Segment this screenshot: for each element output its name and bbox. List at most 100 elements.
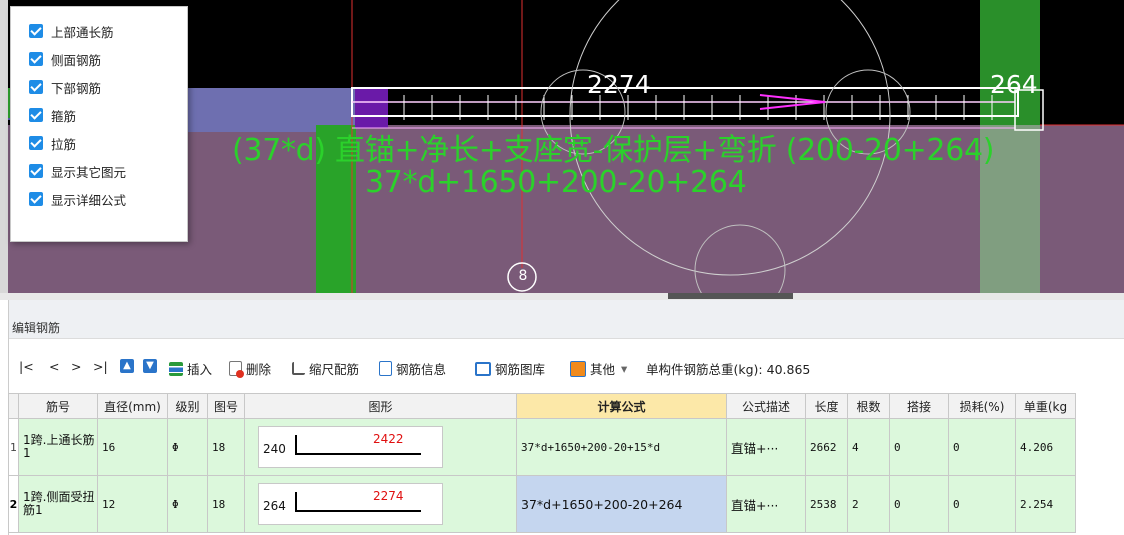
- option-tie-bar[interactable]: 拉筋: [29, 133, 76, 153]
- option-bottom-rebar[interactable]: 下部钢筋: [29, 77, 101, 97]
- option-show-detailed-formula[interactable]: 显示详细公式: [29, 189, 126, 209]
- checkbox-checked-icon[interactable]: [29, 52, 43, 66]
- col-shape[interactable]: 图形: [244, 393, 517, 419]
- checkbox-checked-icon[interactable]: [29, 80, 43, 94]
- panel-splitter[interactable]: [0, 293, 1124, 300]
- editor-title-bar: 编辑钢筋: [9, 300, 1124, 339]
- option-label: 上部通长筋: [51, 24, 114, 40]
- cell-unit-weight[interactable]: 2.254: [1015, 475, 1076, 533]
- scale-rebar-button[interactable]: 缩尺配筋: [292, 359, 359, 378]
- formula-description-text: (37*d) 直锚+净长+支座宽-保护层+弯折 (200-20+264): [232, 133, 995, 168]
- checkbox-checked-icon[interactable]: [29, 108, 43, 122]
- cell-diameter[interactable]: 16: [97, 418, 168, 476]
- col-diameter[interactable]: 直径(mm): [97, 393, 168, 419]
- last-record-button[interactable]: >|: [93, 359, 108, 374]
- scale-label: 缩尺配筋: [309, 362, 360, 377]
- cell-formula-desc[interactable]: 直锚+···: [726, 475, 806, 533]
- cell-length[interactable]: 2662: [805, 418, 848, 476]
- rebar-info-button[interactable]: 钢筋信息: [379, 359, 446, 378]
- option-label: 下部钢筋: [51, 80, 102, 96]
- checkbox-checked-icon[interactable]: [29, 192, 43, 206]
- delete-label: 删除: [246, 362, 272, 377]
- cell-unit-weight[interactable]: 4.206: [1015, 418, 1076, 476]
- left-edge-strip: [0, 0, 8, 293]
- first-record-button[interactable]: |<: [19, 359, 34, 374]
- cell-shape[interactable]: 240 2422: [244, 418, 517, 476]
- formula-value-text: 37*d+1650+200-20+264: [365, 165, 747, 200]
- cell-grade[interactable]: Φ: [167, 418, 208, 476]
- col-bar-name[interactable]: 筋号: [18, 393, 98, 419]
- cell-grade[interactable]: Φ: [167, 475, 208, 533]
- rebar-library-button[interactable]: 钢筋图库: [475, 359, 545, 378]
- shape-hook-length: 240: [263, 442, 286, 456]
- col-formula[interactable]: 计算公式: [516, 393, 727, 419]
- move-down-button[interactable]: ▼: [143, 359, 161, 373]
- splitter-grip[interactable]: [668, 293, 793, 299]
- dimension-left: 2274: [587, 70, 651, 99]
- cell-length[interactable]: 2538: [805, 475, 848, 533]
- row-number: 2: [8, 475, 19, 533]
- option-show-other-elements[interactable]: 显示其它图元: [29, 161, 126, 181]
- cell-formula-desc[interactable]: 直锚+···: [726, 418, 806, 476]
- option-label: 箍筋: [51, 108, 77, 124]
- cell-lap[interactable]: 0: [889, 475, 949, 533]
- arrow-down-icon: ▼: [143, 359, 157, 373]
- option-side-rebar[interactable]: 侧面钢筋: [29, 49, 101, 69]
- col-count[interactable]: 根数: [847, 393, 890, 419]
- cell-loss[interactable]: 0: [948, 475, 1016, 533]
- insert-button[interactable]: 插入: [169, 359, 212, 378]
- rebar-shape-preview: 240 2422: [258, 426, 443, 468]
- delete-icon: [229, 361, 244, 378]
- option-top-rebar[interactable]: 上部通长筋: [29, 21, 114, 41]
- col-length[interactable]: 长度: [805, 393, 848, 419]
- checkbox-checked-icon[interactable]: [29, 136, 43, 150]
- cell-shape[interactable]: 264 2274: [244, 475, 517, 533]
- other-icon: [570, 360, 586, 377]
- table-row[interactable]: 1 1跨.上通长筋1 16 Φ 18 240 2422 37*d+1650+20…: [8, 418, 1076, 476]
- option-label: 拉筋: [51, 136, 77, 152]
- move-up-button[interactable]: ▲: [120, 359, 138, 373]
- checkbox-checked-icon[interactable]: [29, 164, 43, 178]
- cell-lap[interactable]: 0: [889, 418, 949, 476]
- cell-figure-no[interactable]: 18: [207, 418, 245, 476]
- col-loss[interactable]: 损耗(%): [948, 393, 1016, 419]
- prev-record-button[interactable]: <: [49, 359, 59, 374]
- cell-figure-no[interactable]: 18: [207, 475, 245, 533]
- editor-toolbar: |< < > >| ▲ ▼ 插入 删除 缩尺配筋 钢筋信息 钢筋图库 其他 ▾ 单…: [9, 355, 1124, 381]
- cell-loss[interactable]: 0: [948, 418, 1016, 476]
- document-icon: [379, 361, 392, 376]
- ruler-icon: [292, 362, 305, 375]
- cell-count[interactable]: 2: [847, 475, 890, 533]
- table-header-row: 筋号 直径(mm) 级别 图号 图形 计算公式 公式描述 长度 根数 搭接 损耗…: [8, 393, 1076, 419]
- next-record-button[interactable]: >: [71, 359, 81, 374]
- cell-diameter[interactable]: 12: [97, 475, 168, 533]
- col-lap[interactable]: 搭接: [889, 393, 949, 419]
- axis-label: 8: [518, 268, 528, 284]
- shape-main-length: 2274: [373, 489, 404, 503]
- cell-formula[interactable]: 37*d+1650+200-20+15*d: [516, 418, 727, 476]
- col-figure-no[interactable]: 图号: [207, 393, 245, 419]
- col-unit-weight[interactable]: 单重(kg: [1015, 393, 1076, 419]
- cell-formula-selected[interactable]: 37*d+1650+200-20+264: [516, 475, 727, 533]
- shape-hook-length: 264: [263, 499, 286, 513]
- other-dropdown[interactable]: 其他 ▾: [570, 359, 627, 378]
- library-icon: [475, 361, 491, 376]
- delete-button[interactable]: 删除: [229, 359, 271, 378]
- dimension-right: 264: [990, 70, 1038, 99]
- table-row[interactable]: 2 1跨.侧面受扭筋1 12 Φ 18 264 2274 37*d+1650+2…: [8, 475, 1076, 533]
- display-options-panel: 上部通长筋 侧面钢筋 下部钢筋 箍筋 拉筋 显示其它图元 显示详细公式: [10, 6, 188, 242]
- col-rownum: [8, 393, 19, 419]
- option-label: 侧面钢筋: [51, 52, 102, 68]
- option-label: 显示其它图元: [51, 164, 127, 180]
- cell-bar-name[interactable]: 1跨.上通长筋1: [18, 418, 98, 476]
- checkbox-checked-icon[interactable]: [29, 24, 43, 38]
- cell-count[interactable]: 4: [847, 418, 890, 476]
- info-label: 钢筋信息: [396, 362, 447, 377]
- col-grade[interactable]: 级别: [167, 393, 208, 419]
- insert-icon: [169, 361, 183, 376]
- option-stirrup[interactable]: 箍筋: [29, 105, 76, 125]
- insert-label: 插入: [187, 362, 213, 377]
- rebar-shape-preview: 264 2274: [258, 483, 443, 525]
- cell-bar-name[interactable]: 1跨.侧面受扭筋1: [18, 475, 98, 533]
- col-formula-desc[interactable]: 公式描述: [726, 393, 806, 419]
